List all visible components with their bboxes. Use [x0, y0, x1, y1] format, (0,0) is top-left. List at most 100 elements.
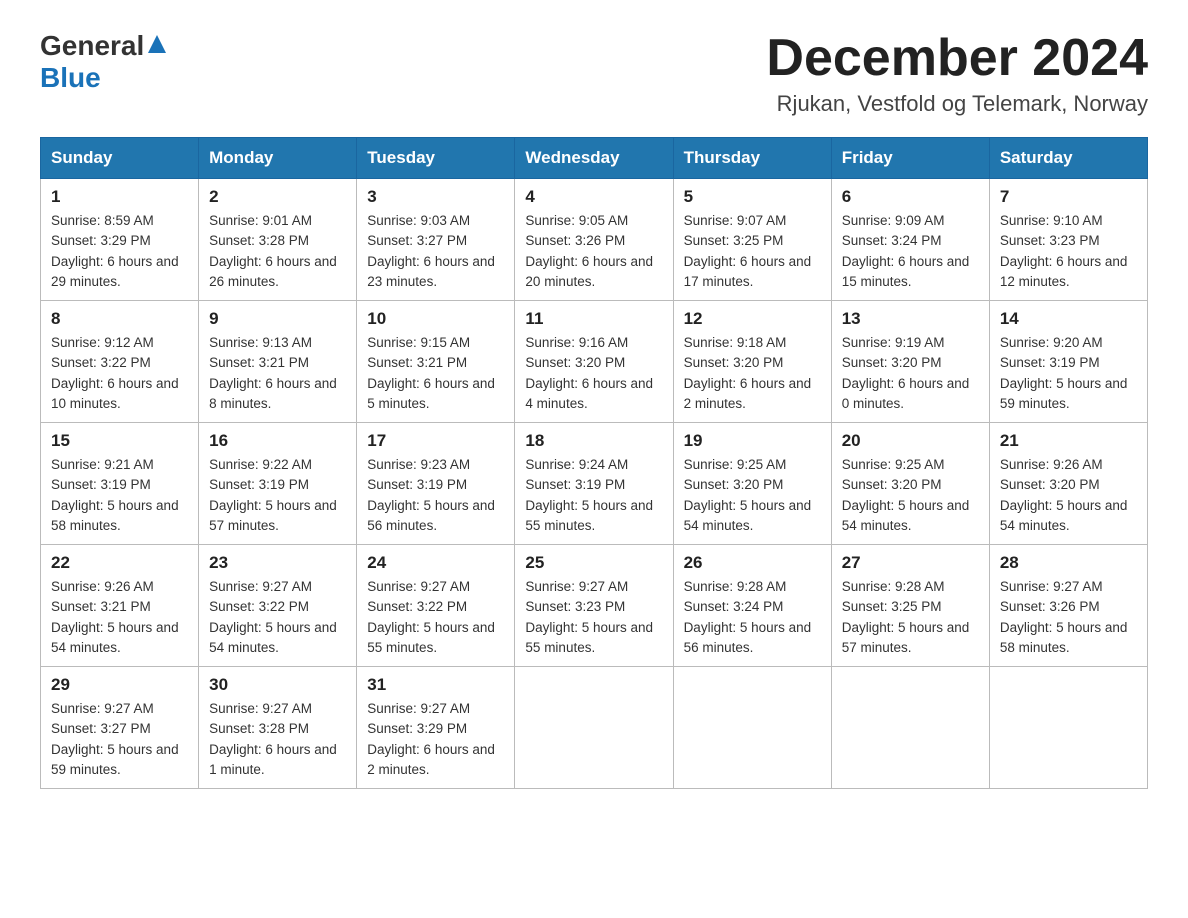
day-number: 16 — [209, 431, 346, 451]
day-number: 12 — [684, 309, 821, 329]
day-number: 7 — [1000, 187, 1137, 207]
day-info: Sunrise: 9:21 AM Sunset: 3:19 PM Dayligh… — [51, 455, 188, 536]
calendar-cell: 26 Sunrise: 9:28 AM Sunset: 3:24 PM Dayl… — [673, 545, 831, 667]
month-title: December 2024 — [766, 30, 1148, 87]
day-info: Sunrise: 9:28 AM Sunset: 3:25 PM Dayligh… — [842, 577, 979, 658]
day-info: Sunrise: 9:27 AM Sunset: 3:29 PM Dayligh… — [367, 699, 504, 780]
calendar-cell: 15 Sunrise: 9:21 AM Sunset: 3:19 PM Dayl… — [41, 423, 199, 545]
day-number: 9 — [209, 309, 346, 329]
calendar-cell: 31 Sunrise: 9:27 AM Sunset: 3:29 PM Dayl… — [357, 667, 515, 789]
day-info: Sunrise: 9:09 AM Sunset: 3:24 PM Dayligh… — [842, 211, 979, 292]
day-number: 26 — [684, 553, 821, 573]
day-number: 30 — [209, 675, 346, 695]
weekday-header-wednesday: Wednesday — [515, 138, 673, 179]
day-info: Sunrise: 9:20 AM Sunset: 3:19 PM Dayligh… — [1000, 333, 1137, 414]
weekday-header-row: SundayMondayTuesdayWednesdayThursdayFrid… — [41, 138, 1148, 179]
day-number: 21 — [1000, 431, 1137, 451]
day-info: Sunrise: 9:27 AM Sunset: 3:23 PM Dayligh… — [525, 577, 662, 658]
weekday-header-sunday: Sunday — [41, 138, 199, 179]
calendar-cell: 7 Sunrise: 9:10 AM Sunset: 3:23 PM Dayli… — [989, 179, 1147, 301]
calendar-cell: 27 Sunrise: 9:28 AM Sunset: 3:25 PM Dayl… — [831, 545, 989, 667]
day-info: Sunrise: 9:13 AM Sunset: 3:21 PM Dayligh… — [209, 333, 346, 414]
day-info: Sunrise: 9:22 AM Sunset: 3:19 PM Dayligh… — [209, 455, 346, 536]
day-number: 15 — [51, 431, 188, 451]
logo-general-text: General — [40, 30, 144, 61]
calendar-cell: 10 Sunrise: 9:15 AM Sunset: 3:21 PM Dayl… — [357, 301, 515, 423]
calendar-cell: 22 Sunrise: 9:26 AM Sunset: 3:21 PM Dayl… — [41, 545, 199, 667]
calendar-cell: 19 Sunrise: 9:25 AM Sunset: 3:20 PM Dayl… — [673, 423, 831, 545]
calendar-cell: 25 Sunrise: 9:27 AM Sunset: 3:23 PM Dayl… — [515, 545, 673, 667]
calendar-cell: 21 Sunrise: 9:26 AM Sunset: 3:20 PM Dayl… — [989, 423, 1147, 545]
weekday-header-monday: Monday — [199, 138, 357, 179]
calendar-cell: 4 Sunrise: 9:05 AM Sunset: 3:26 PM Dayli… — [515, 179, 673, 301]
day-info: Sunrise: 9:25 AM Sunset: 3:20 PM Dayligh… — [684, 455, 821, 536]
calendar-cell: 13 Sunrise: 9:19 AM Sunset: 3:20 PM Dayl… — [831, 301, 989, 423]
day-info: Sunrise: 9:27 AM Sunset: 3:28 PM Dayligh… — [209, 699, 346, 780]
weekday-header-thursday: Thursday — [673, 138, 831, 179]
calendar-cell: 9 Sunrise: 9:13 AM Sunset: 3:21 PM Dayli… — [199, 301, 357, 423]
calendar-cell: 8 Sunrise: 9:12 AM Sunset: 3:22 PM Dayli… — [41, 301, 199, 423]
day-info: Sunrise: 9:05 AM Sunset: 3:26 PM Dayligh… — [525, 211, 662, 292]
day-number: 8 — [51, 309, 188, 329]
day-number: 24 — [367, 553, 504, 573]
calendar-cell: 5 Sunrise: 9:07 AM Sunset: 3:25 PM Dayli… — [673, 179, 831, 301]
calendar-cell: 17 Sunrise: 9:23 AM Sunset: 3:19 PM Dayl… — [357, 423, 515, 545]
calendar-week-row: 29 Sunrise: 9:27 AM Sunset: 3:27 PM Dayl… — [41, 667, 1148, 789]
day-number: 4 — [525, 187, 662, 207]
day-info: Sunrise: 9:26 AM Sunset: 3:20 PM Dayligh… — [1000, 455, 1137, 536]
day-number: 6 — [842, 187, 979, 207]
day-info: Sunrise: 8:59 AM Sunset: 3:29 PM Dayligh… — [51, 211, 188, 292]
day-number: 13 — [842, 309, 979, 329]
calendar-cell: 3 Sunrise: 9:03 AM Sunset: 3:27 PM Dayli… — [357, 179, 515, 301]
calendar-cell: 20 Sunrise: 9:25 AM Sunset: 3:20 PM Dayl… — [831, 423, 989, 545]
calendar-cell: 29 Sunrise: 9:27 AM Sunset: 3:27 PM Dayl… — [41, 667, 199, 789]
day-info: Sunrise: 9:24 AM Sunset: 3:19 PM Dayligh… — [525, 455, 662, 536]
title-block: December 2024 Rjukan, Vestfold og Telema… — [766, 30, 1148, 117]
calendar-cell: 30 Sunrise: 9:27 AM Sunset: 3:28 PM Dayl… — [199, 667, 357, 789]
calendar-cell: 14 Sunrise: 9:20 AM Sunset: 3:19 PM Dayl… — [989, 301, 1147, 423]
day-info: Sunrise: 9:10 AM Sunset: 3:23 PM Dayligh… — [1000, 211, 1137, 292]
calendar-cell: 16 Sunrise: 9:22 AM Sunset: 3:19 PM Dayl… — [199, 423, 357, 545]
calendar-cell — [989, 667, 1147, 789]
page-header: General Blue December 2024 Rjukan, Vestf… — [40, 30, 1148, 117]
day-number: 25 — [525, 553, 662, 573]
calendar-cell: 11 Sunrise: 9:16 AM Sunset: 3:20 PM Dayl… — [515, 301, 673, 423]
day-number: 5 — [684, 187, 821, 207]
logo-blue-text: Blue — [40, 62, 101, 93]
day-number: 18 — [525, 431, 662, 451]
day-number: 17 — [367, 431, 504, 451]
calendar-cell: 1 Sunrise: 8:59 AM Sunset: 3:29 PM Dayli… — [41, 179, 199, 301]
day-number: 27 — [842, 553, 979, 573]
calendar-cell: 2 Sunrise: 9:01 AM Sunset: 3:28 PM Dayli… — [199, 179, 357, 301]
calendar-cell — [831, 667, 989, 789]
day-info: Sunrise: 9:27 AM Sunset: 3:22 PM Dayligh… — [209, 577, 346, 658]
day-info: Sunrise: 9:23 AM Sunset: 3:19 PM Dayligh… — [367, 455, 504, 536]
calendar-cell: 24 Sunrise: 9:27 AM Sunset: 3:22 PM Dayl… — [357, 545, 515, 667]
day-number: 31 — [367, 675, 504, 695]
day-number: 29 — [51, 675, 188, 695]
day-info: Sunrise: 9:07 AM Sunset: 3:25 PM Dayligh… — [684, 211, 821, 292]
calendar-week-row: 22 Sunrise: 9:26 AM Sunset: 3:21 PM Dayl… — [41, 545, 1148, 667]
weekday-header-tuesday: Tuesday — [357, 138, 515, 179]
day-number: 14 — [1000, 309, 1137, 329]
calendar-cell: 12 Sunrise: 9:18 AM Sunset: 3:20 PM Dayl… — [673, 301, 831, 423]
day-info: Sunrise: 9:03 AM Sunset: 3:27 PM Dayligh… — [367, 211, 504, 292]
calendar-cell: 28 Sunrise: 9:27 AM Sunset: 3:26 PM Dayl… — [989, 545, 1147, 667]
calendar-week-row: 15 Sunrise: 9:21 AM Sunset: 3:19 PM Dayl… — [41, 423, 1148, 545]
day-number: 11 — [525, 309, 662, 329]
calendar-cell: 6 Sunrise: 9:09 AM Sunset: 3:24 PM Dayli… — [831, 179, 989, 301]
location-subtitle: Rjukan, Vestfold og Telemark, Norway — [766, 91, 1148, 117]
day-number: 3 — [367, 187, 504, 207]
day-info: Sunrise: 9:26 AM Sunset: 3:21 PM Dayligh… — [51, 577, 188, 658]
weekday-header-friday: Friday — [831, 138, 989, 179]
day-number: 1 — [51, 187, 188, 207]
day-info: Sunrise: 9:25 AM Sunset: 3:20 PM Dayligh… — [842, 455, 979, 536]
day-info: Sunrise: 9:28 AM Sunset: 3:24 PM Dayligh… — [684, 577, 821, 658]
calendar-cell: 18 Sunrise: 9:24 AM Sunset: 3:19 PM Dayl… — [515, 423, 673, 545]
calendar-week-row: 8 Sunrise: 9:12 AM Sunset: 3:22 PM Dayli… — [41, 301, 1148, 423]
day-info: Sunrise: 9:01 AM Sunset: 3:28 PM Dayligh… — [209, 211, 346, 292]
day-info: Sunrise: 9:12 AM Sunset: 3:22 PM Dayligh… — [51, 333, 188, 414]
day-number: 20 — [842, 431, 979, 451]
calendar-cell: 23 Sunrise: 9:27 AM Sunset: 3:22 PM Dayl… — [199, 545, 357, 667]
logo: General Blue — [40, 30, 168, 94]
